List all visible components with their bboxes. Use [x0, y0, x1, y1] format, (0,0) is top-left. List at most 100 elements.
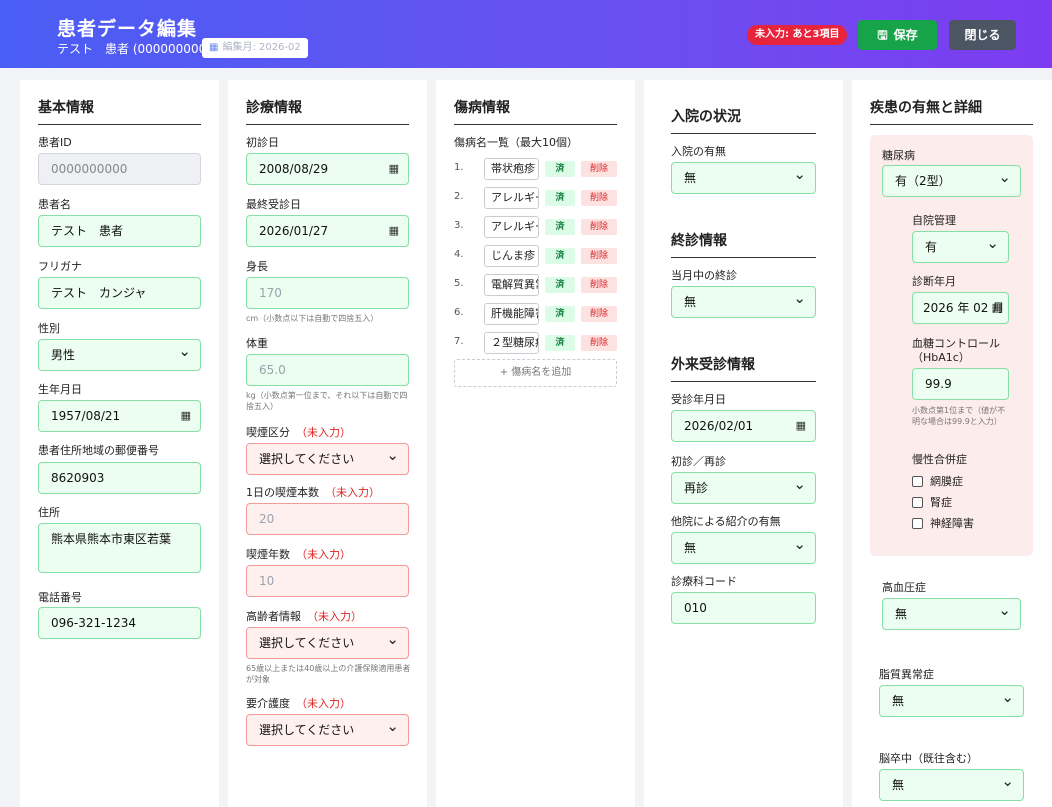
years-label-text: 喫煙年数: [246, 548, 290, 561]
disease-name-input[interactable]: 帯状疱疹: [484, 158, 539, 180]
add-disease-button[interactable]: + 傷病名を追加: [454, 359, 617, 387]
admission-select[interactable]: 無: [671, 162, 816, 194]
disease-done-button[interactable]: 済: [545, 219, 575, 235]
first-visit-value: 2008/08/29: [259, 162, 329, 176]
stroke-select[interactable]: 無: [879, 769, 1024, 801]
dept-code-field[interactable]: 010: [671, 592, 816, 624]
care-select[interactable]: 選択してください: [246, 714, 409, 746]
weight-field[interactable]: 65.0: [246, 354, 409, 386]
patient-id-field[interactable]: 0000000000: [38, 153, 201, 185]
last-visit-field[interactable]: 2026/01/27 ▦: [246, 215, 409, 247]
patient-subtitle: テスト 患者 (0000000000): [57, 42, 219, 56]
disease-delete-button[interactable]: 削除: [581, 219, 617, 235]
disease-name-input[interactable]: 電解質異常: [484, 274, 539, 296]
years-label: 喫煙年数 （未入力）: [246, 548, 351, 561]
required-mark: （未入力）: [307, 610, 362, 623]
disease-name-input[interactable]: アレルギー: [484, 187, 539, 209]
weight-label: 体重: [246, 337, 268, 350]
disease-number: 7.: [454, 336, 464, 347]
cigs-label-text: 1日の喫煙本数: [246, 486, 319, 499]
disease-name-input[interactable]: ２型糖尿病: [484, 332, 539, 354]
kana-label: フリガナ: [38, 260, 82, 273]
sex-select[interactable]: 男性: [38, 339, 201, 371]
zip-label: 患者住所地域の郵便番号: [38, 444, 159, 457]
disease-list-label: 傷病名一覧（最大10個）: [454, 136, 578, 149]
referral-select[interactable]: 無: [671, 532, 816, 564]
disease-delete-button[interactable]: 削除: [581, 190, 617, 206]
visit-date-field[interactable]: 2026/02/01 ▦: [671, 410, 816, 442]
name-field[interactable]: テスト 患者: [38, 215, 201, 247]
disease-done-button[interactable]: 済: [545, 306, 575, 322]
smoking-label-text: 喫煙区分: [246, 426, 290, 439]
disease-delete-button[interactable]: 削除: [581, 248, 617, 264]
end-select[interactable]: 無: [671, 286, 816, 318]
retinopathy-checkbox[interactable]: [912, 476, 923, 487]
hba1c-label-1: 血糖コントロール: [912, 337, 1000, 350]
disease-name-input[interactable]: じんま疹: [484, 245, 539, 267]
section-illness-title: 疾患の有無と詳細: [870, 97, 1033, 125]
disease-name-input[interactable]: 肝機能障害: [484, 303, 539, 325]
required-mark: （未入力）: [325, 486, 380, 499]
dyslipidemia-select[interactable]: 無: [879, 685, 1024, 717]
save-button-label: 保存: [893, 28, 918, 42]
disease-delete-button[interactable]: 削除: [581, 335, 617, 351]
years-field[interactable]: 10: [246, 565, 409, 597]
phone-field[interactable]: 096-321-1234: [38, 607, 201, 639]
disease-done-button[interactable]: 済: [545, 248, 575, 264]
first-visit-field[interactable]: 2008/08/29 ▦: [246, 153, 409, 185]
disease-done-button[interactable]: 済: [545, 190, 575, 206]
elder-label-text: 高齢者情報: [246, 610, 301, 623]
disease-delete-button[interactable]: 削除: [581, 161, 617, 177]
diag-month-field[interactable]: 2026 年 02 月 ▦: [912, 292, 1009, 324]
self-mgmt-select[interactable]: 有: [912, 231, 1009, 263]
disease-done-button[interactable]: 済: [545, 335, 575, 351]
zip-field[interactable]: 8620903: [38, 462, 201, 494]
section-end-title: 終診情報: [671, 230, 816, 258]
neuropathy-label: 神経障害: [930, 517, 974, 530]
diag-month-label: 診断年月: [912, 275, 956, 288]
calendar-icon[interactable]: ▦: [181, 401, 191, 431]
disease-done-button[interactable]: 済: [545, 277, 575, 293]
disease-delete-button[interactable]: 削除: [581, 306, 617, 322]
height-label: 身長: [246, 260, 268, 273]
elder-label: 高齢者情報 （未入力）: [246, 610, 362, 623]
nephropathy-checkbox[interactable]: [912, 497, 923, 508]
hypertension-select[interactable]: 無: [882, 598, 1021, 630]
sex-label: 性別: [38, 322, 60, 335]
disease-done-button[interactable]: 済: [545, 161, 575, 177]
save-button[interactable]: 🖫 保存: [858, 20, 937, 50]
hba1c-label-2: （HbA1c）: [912, 351, 970, 364]
hba1c-field[interactable]: 99.9: [912, 368, 1009, 400]
phone-label: 電話番号: [38, 591, 82, 604]
first-visit-label: 初診日: [246, 136, 279, 149]
birth-label: 生年月日: [38, 383, 82, 396]
smoking-select[interactable]: 選択してください: [246, 443, 409, 475]
calendar-icon[interactable]: ▦: [389, 154, 399, 184]
diabetes-label: 糖尿病: [882, 149, 915, 162]
address-textarea[interactable]: 熊本県熊本市東区若葉: [38, 523, 201, 573]
calendar-icon[interactable]: ▦: [796, 411, 806, 441]
calendar-icon[interactable]: ▦: [992, 293, 1002, 323]
cigs-field[interactable]: 20: [246, 503, 409, 535]
elder-select[interactable]: 選択してください: [246, 627, 409, 659]
height-field[interactable]: 170: [246, 277, 409, 309]
hba1c-hint: 小数点第1位まで（値が不明な場合は99.9と入力）: [912, 406, 1006, 426]
admission-has-label: 入院の有無: [671, 145, 726, 158]
visit-type-select[interactable]: 再診: [671, 472, 816, 504]
weight-hint: kg（小数点第一位まで、それ以下は自動で四捨五入）: [246, 391, 408, 411]
stroke-label: 脳卒中（既往含む）: [879, 752, 978, 765]
kana-field[interactable]: テスト カンジャ: [38, 277, 201, 309]
name-label: 患者名: [38, 198, 71, 211]
disease-delete-button[interactable]: 削除: [581, 277, 617, 293]
birth-date-field[interactable]: 1957/08/21 ▦: [38, 400, 201, 432]
edit-month-chip: ▦ 編集月: 2026-02: [202, 38, 308, 58]
neuropathy-checkbox[interactable]: [912, 518, 923, 529]
disease-number: 3.: [454, 220, 464, 231]
diabetes-select[interactable]: 有（2型）: [882, 165, 1021, 197]
patient-id-label: 患者ID: [38, 136, 72, 149]
section-admission-title: 入院の状況: [671, 106, 816, 134]
calendar-icon[interactable]: ▦: [389, 216, 399, 246]
visit-date-label: 受診年月日: [671, 393, 726, 406]
close-button[interactable]: 閉じる: [949, 20, 1016, 50]
disease-name-input[interactable]: アレルギー: [484, 216, 539, 238]
